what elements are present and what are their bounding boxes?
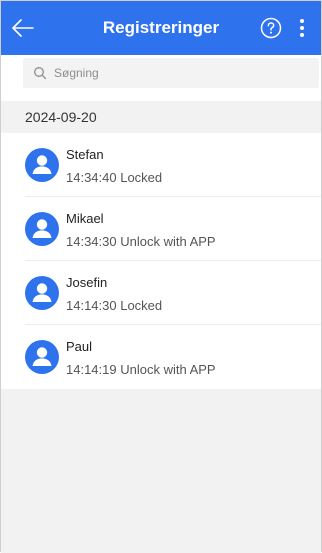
- search-box[interactable]: [23, 58, 319, 88]
- help-button[interactable]: [259, 16, 283, 40]
- arrow-left-icon: [12, 19, 34, 37]
- record-name: Mikael: [66, 211, 104, 226]
- search-input[interactable]: [52, 65, 296, 81]
- record-detail: 14:14:30 Locked: [66, 298, 163, 313]
- empty-area: [1, 389, 321, 553]
- user-avatar-icon: [25, 340, 59, 374]
- user-avatar-icon: [25, 276, 59, 310]
- search-icon: [33, 66, 47, 80]
- record-detail: 14:34:40 Locked: [66, 170, 163, 185]
- user-avatar-icon: [25, 148, 59, 182]
- list-item[interactable]: Josefin 14:14:30 Locked: [1, 261, 321, 325]
- user-avatar-icon: [25, 212, 59, 246]
- search-area: [1, 55, 321, 101]
- question-circle-icon: [260, 17, 282, 39]
- record-detail: 14:14:19 Unlock with APP: [66, 362, 216, 377]
- more-menu-button[interactable]: [293, 14, 311, 42]
- back-button[interactable]: [5, 10, 41, 46]
- list-item[interactable]: Stefan 14:34:40 Locked: [1, 133, 321, 197]
- record-name: Stefan: [66, 147, 104, 162]
- app-header: Registreringer: [1, 1, 321, 55]
- list-item[interactable]: Mikael 14:34:30 Unlock with APP: [1, 197, 321, 261]
- list-item[interactable]: Paul 14:14:19 Unlock with APP: [1, 325, 321, 389]
- record-list: Stefan 14:34:40 Locked Mikael 14:34:30 U…: [1, 133, 321, 389]
- record-name: Josefin: [66, 275, 108, 290]
- more-vertical-icon: [300, 19, 304, 37]
- record-name: Paul: [66, 339, 93, 354]
- record-detail: 14:34:30 Unlock with APP: [66, 234, 216, 249]
- date-group-header: 2024-09-20: [1, 101, 321, 133]
